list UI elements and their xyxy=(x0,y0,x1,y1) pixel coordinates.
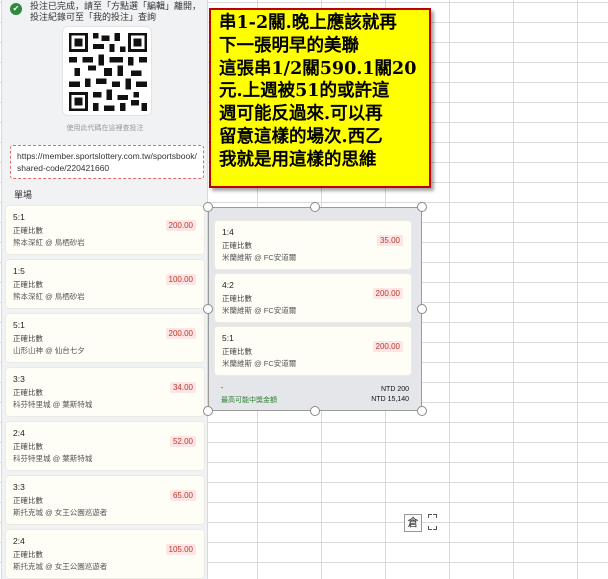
payout-amount: NTD 15,140 xyxy=(371,396,409,403)
bet-type: 正確比數 xyxy=(13,334,43,343)
bet-card: 4:2 正確比數 米蘭維斯 @ FC安道爾 200.00 xyxy=(215,274,411,322)
bet-card: 5:1 正確比數 米蘭維斯 @ FC安道爾 200.00 xyxy=(215,327,411,375)
bet-teams: 米蘭維斯 @ FC安道爾 xyxy=(222,359,297,368)
qr-code-icon xyxy=(69,33,147,111)
bet-type: 正確比數 xyxy=(13,388,43,397)
bet-amount: 105.00 xyxy=(165,544,196,555)
bet-amount: 34.00 xyxy=(169,382,196,393)
resize-handle-top[interactable] xyxy=(310,202,320,212)
bet-amount: 100.00 xyxy=(165,274,196,285)
bet-teams: 山形山神 @ 仙台七夕 xyxy=(13,346,85,355)
resize-handle-bottom[interactable] xyxy=(310,406,320,416)
bet-type: 正確比數 xyxy=(222,241,252,250)
note-line: 這張串1/2關590.1關20 xyxy=(219,58,417,79)
note-line: 串1-2關.晚上應該就再 xyxy=(219,13,397,33)
bet-card: 1:4 正確比數 米蘭維斯 @ FC安道爾 35.00 xyxy=(215,221,411,269)
paste-options-button[interactable]: 倉 xyxy=(404,514,422,532)
resize-handle-top-left[interactable] xyxy=(203,202,213,212)
bet-type: 正確比數 xyxy=(13,442,43,451)
bet-card: 5:1 正確比數 熊本深紅 @ 鳥栖砂岩 200.00 xyxy=(6,206,204,254)
max-payout-label: 最高可能中獎金額 xyxy=(221,397,277,404)
bet-amount: 200.00 xyxy=(372,341,403,352)
bet-teams: 斯托克城 @ 女王公園巡遊者 xyxy=(13,562,108,571)
note-line: 留意這樣的場次.西乙 xyxy=(219,126,383,147)
resize-handle-left[interactable] xyxy=(203,304,213,314)
bet-amount: 200.00 xyxy=(165,328,196,339)
bet-type: 正確比數 xyxy=(13,226,43,235)
bet-teams: 熊本深紅 @ 鳥栖砂岩 xyxy=(13,238,85,247)
bet-amount: 35.00 xyxy=(376,235,403,246)
bet-type: 正確比數 xyxy=(222,294,252,303)
ctrl-options-icon[interactable] xyxy=(428,514,438,532)
bet-score: 5:1 xyxy=(13,212,25,222)
note-text-box[interactable]: 串1-2關.晚上應該就再 下一張明早的美聯 這張串1/2關590.1關20 元.… xyxy=(209,8,431,188)
resize-handle-top-right[interactable] xyxy=(417,202,427,212)
bet-type: 正確比數 xyxy=(13,550,43,559)
note-line: 我就是用這樣的思維 xyxy=(219,149,377,170)
qr-code xyxy=(62,26,152,116)
section-label-single: 單場 xyxy=(14,190,33,200)
resize-handle-bottom-right[interactable] xyxy=(417,406,427,416)
bet-card: 2:4 正確比數 科芬特里城 @ 葉斯特城 52.00 xyxy=(6,422,204,470)
bet-score: 2:4 xyxy=(13,536,25,546)
bet-score: 1:4 xyxy=(222,227,234,237)
bet-card: 3:3 正確比數 科芬特里城 @ 葉斯特城 34.00 xyxy=(6,368,204,416)
stake-amount: NTD 200 xyxy=(380,386,409,393)
bet-teams: 科芬特里城 @ 葉斯特城 xyxy=(13,454,93,463)
bet-score: 5:1 xyxy=(222,333,234,343)
bet-complete-notice: 投注已完成，請至「方點選「編輯」離開，投注紀錄可至「我的投注」查詢 xyxy=(30,1,202,22)
bet-type: 正確比數 xyxy=(13,496,43,505)
bet-amount: 52.00 xyxy=(169,436,196,447)
footer-dash: - xyxy=(221,385,224,392)
stake-and-payout: NTD 200 NTD 15,140 xyxy=(371,385,409,405)
bet-type: 正確比數 xyxy=(13,280,43,289)
check-icon: ✔ xyxy=(10,3,22,15)
bet-amount: 65.00 xyxy=(169,490,196,501)
bet-card: 2:4 正確比數 斯托克城 @ 女王公園巡遊者 105.00 xyxy=(6,530,204,578)
bet-card: 3:3 正確比數 斯托克城 @ 女王公園巡遊者 65.00 xyxy=(6,476,204,524)
note-line: 元.上週被51的或許這 xyxy=(219,81,390,102)
resize-handle-bottom-left[interactable] xyxy=(203,406,213,416)
bet-type: 正確比數 xyxy=(222,347,252,356)
bet-score: 4:2 xyxy=(222,280,234,290)
bet-score: 5:1 xyxy=(13,320,25,330)
share-url[interactable]: https://member.sportslottery.com.tw/spor… xyxy=(10,145,204,179)
bet-card: 1:5 正確比數 熊本深紅 @ 鳥栖砂岩 100.00 xyxy=(6,260,204,308)
bet-card: 5:1 正確比數 山形山神 @ 仙台七夕 200.00 xyxy=(6,314,204,362)
bet-amount: 200.00 xyxy=(165,220,196,231)
bet-teams: 熊本深紅 @ 鳥栖砂岩 xyxy=(13,292,85,301)
qr-caption: 使用此代碼在這裡查投注 xyxy=(66,125,144,132)
resize-handle-right[interactable] xyxy=(417,304,427,314)
note-line: 週可能反過來.可以再 xyxy=(219,104,383,125)
bet-score: 3:3 xyxy=(13,374,25,384)
bet-slip-image[interactable]: ✔ 投注已完成，請至「方點選「編輯」離開，投注紀錄可至「我的投注」查詢 使用此代… xyxy=(2,0,208,579)
bet-amount: 200.00 xyxy=(372,288,403,299)
selected-bet-image[interactable]: 1:4 正確比數 米蘭維斯 @ FC安道爾 35.00 4:2 正確比數 米蘭維… xyxy=(208,207,422,411)
bet-teams: 斯托克城 @ 女王公園巡遊者 xyxy=(13,508,108,517)
bet-teams: 米蘭維斯 @ FC安道爾 xyxy=(222,253,297,262)
note-line: 下一張明早的美聯 xyxy=(219,35,359,56)
bet-score: 1:5 xyxy=(13,266,25,276)
bet-score: 2:4 xyxy=(13,428,25,438)
bet-score: 3:3 xyxy=(13,482,25,492)
bet-teams: 科芬特里城 @ 葉斯特城 xyxy=(13,400,93,409)
bet-teams: 米蘭維斯 @ FC安道爾 xyxy=(222,306,297,315)
